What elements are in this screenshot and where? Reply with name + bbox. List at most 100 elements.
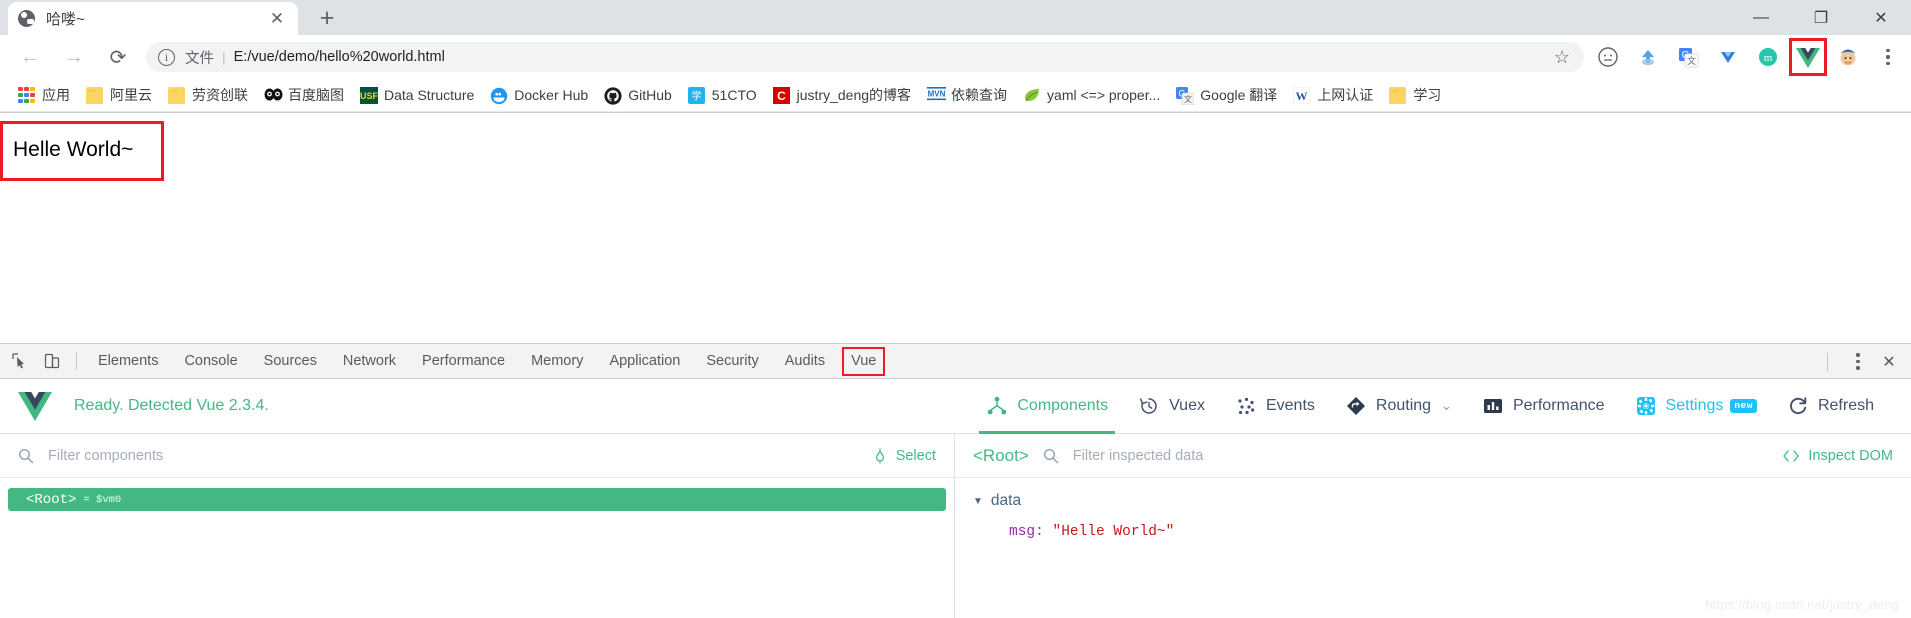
inspected-component-name: <Root> xyxy=(973,445,1029,465)
bookmark-github[interactable]: GitHub xyxy=(596,82,680,108)
vue-nav-events[interactable]: Events xyxy=(1220,379,1330,434)
bookmark-docker-hub[interactable]: Docker Hub xyxy=(482,82,596,108)
vue-components-pane: Filter components Select <Root> = $vm0 xyxy=(0,434,955,618)
folder-icon xyxy=(86,86,103,104)
tab-application[interactable]: Application xyxy=(596,344,693,378)
emoji-extension-icon[interactable] xyxy=(1591,40,1625,74)
data-row[interactable]: msg: "Helle World~" xyxy=(1009,524,1911,540)
component-tree: <Root> = $vm0 xyxy=(0,478,954,511)
baidu-naotu-icon xyxy=(264,87,283,104)
bookmark-xuexi[interactable]: 学习 xyxy=(1381,82,1449,108)
data-group-name: data xyxy=(990,492,1022,509)
vue-nav-vuex[interactable]: Vuex xyxy=(1123,379,1220,434)
vue-logo-icon xyxy=(18,391,52,421)
bookmark-label: GitHub xyxy=(628,87,672,103)
select-component-button[interactable]: Select xyxy=(872,448,936,464)
momentum-extension-icon[interactable]: m xyxy=(1751,40,1785,74)
browser-menu-icon[interactable] xyxy=(1873,40,1903,74)
tab-memory[interactable]: Memory xyxy=(518,344,596,378)
vue-devtools-extension-icon[interactable] xyxy=(1789,38,1827,76)
vue-nav-refresh[interactable]: Refresh xyxy=(1772,379,1889,434)
data-key: msg xyxy=(1009,524,1036,540)
maven-icon: MVN xyxy=(927,86,947,104)
bookmark-star-icon[interactable]: ☆ xyxy=(1548,43,1576,71)
devtools-menu-icon[interactable] xyxy=(1843,345,1873,379)
code-brackets-icon xyxy=(1782,449,1800,463)
diamond-extension-icon[interactable] xyxy=(1711,40,1745,74)
bookmark-wangluo-renzheng[interactable]: W 上网认证 xyxy=(1285,82,1381,108)
vue-nav-components[interactable]: Components xyxy=(971,379,1123,434)
svg-text:USF: USF xyxy=(360,91,378,101)
tab-elements[interactable]: Elements xyxy=(85,344,171,378)
vue-inspector-pane: <Root> Filter inspected data Inspect DOM xyxy=(955,434,1911,618)
routing-diamond-icon xyxy=(1345,395,1367,417)
vue-nav-label: Refresh xyxy=(1817,397,1874,414)
filter-inspected-data-input[interactable]: Filter inspected data xyxy=(1073,448,1783,464)
device-toolbar-icon[interactable] xyxy=(38,347,66,375)
vue-nav-label: Components xyxy=(1017,397,1109,414)
components-icon xyxy=(986,395,1008,417)
extension-icons: G文 m xyxy=(1588,38,1868,76)
close-devtools-icon[interactable]: ✕ xyxy=(1875,348,1903,376)
devtools-panel: Elements Console Sources Network Perform… xyxy=(0,343,1911,618)
bookmark-label: 学习 xyxy=(1413,87,1442,103)
minimize-icon[interactable]: — xyxy=(1731,0,1791,35)
tab-security[interactable]: Security xyxy=(693,344,771,378)
browser-tab[interactable]: 哈喽~ ✕ xyxy=(8,2,298,35)
google-translate-extension-icon[interactable]: G文 xyxy=(1671,40,1705,74)
search-icon xyxy=(1043,448,1059,464)
select-label: Select xyxy=(895,447,936,464)
bookmark-51cto[interactable]: 学 51CTO xyxy=(680,82,765,108)
maximize-icon[interactable]: ❐ xyxy=(1791,0,1851,35)
tab-console[interactable]: Console xyxy=(171,344,250,378)
bookmark-google-translate[interactable]: G文 Google 翻译 xyxy=(1168,82,1285,108)
bookmark-maven-repo[interactable]: MVN 依赖查询 xyxy=(919,82,1015,108)
chevron-down-icon[interactable]: ⌄ xyxy=(1441,398,1452,414)
vue-nav-performance[interactable]: Performance xyxy=(1467,379,1620,434)
filter-components-input[interactable]: Filter components xyxy=(48,448,872,464)
vue-nav-settings[interactable]: Settings new xyxy=(1620,379,1772,434)
caret-down-icon[interactable]: ▼ xyxy=(973,496,983,507)
address-bar[interactable]: i 文件 | E:/vue/demo/hello%20world.html ☆ xyxy=(146,42,1584,72)
devtools-right-controls: ✕ xyxy=(1817,344,1905,379)
tab-network[interactable]: Network xyxy=(330,344,409,378)
cloud-upload-extension-icon[interactable] xyxy=(1631,40,1665,74)
apps-grid-icon xyxy=(18,86,35,104)
hello-world-highlight-box: Helle World~ xyxy=(0,121,165,181)
reload-icon[interactable]: ⟳ xyxy=(101,40,135,74)
vue-nav-routing[interactable]: Routing ⌄ xyxy=(1330,379,1467,434)
avatar-profile-icon[interactable] xyxy=(1831,40,1865,74)
devtools-tabbar: Elements Console Sources Network Perform… xyxy=(0,344,1911,379)
bookmark-apps[interactable]: 应用 xyxy=(10,82,78,108)
bookmark-baidu-naotu[interactable]: 百度脑图 xyxy=(256,82,352,108)
bookmark-aliyun[interactable]: 阿里云 xyxy=(78,82,160,108)
window-controls: — ❐ ✕ xyxy=(1731,0,1911,35)
tab-sources[interactable]: Sources xyxy=(251,344,330,378)
inspect-dom-button[interactable]: Inspect DOM xyxy=(1782,448,1893,464)
page-title: Helle World~ xyxy=(13,138,134,161)
forward-icon[interactable]: → xyxy=(57,40,91,74)
info-icon[interactable]: i xyxy=(158,48,175,66)
vue-nav-label: Vuex xyxy=(1169,397,1205,414)
vue-nav-label: Routing xyxy=(1375,397,1432,414)
toolbar-divider xyxy=(1827,352,1828,371)
back-icon[interactable]: ← xyxy=(13,40,47,74)
inspect-element-icon[interactable] xyxy=(6,347,34,375)
data-group-header[interactable]: ▼ data xyxy=(973,492,1911,510)
svg-text:W: W xyxy=(1296,89,1308,103)
docker-icon xyxy=(490,87,508,104)
tab-performance[interactable]: Performance xyxy=(409,344,518,378)
close-window-icon[interactable]: ✕ xyxy=(1851,0,1911,35)
bookmark-justry-deng-blog[interactable]: C justry_deng的博客 xyxy=(765,82,919,108)
bookmark-data-structure[interactable]: USF Data Structure xyxy=(352,82,482,108)
tree-item-root[interactable]: <Root> = $vm0 xyxy=(8,488,946,511)
bookmark-yaml-properties[interactable]: yaml <=> proper... xyxy=(1015,82,1168,108)
tab-audits[interactable]: Audits xyxy=(772,344,838,378)
vue-nav-bar: Components Vuex Events Routing ⌄ Perform… xyxy=(971,379,1911,434)
close-icon[interactable]: ✕ xyxy=(266,8,288,30)
bookmark-laozi-chuanglian[interactable]: 劳资创联 xyxy=(160,82,256,108)
globe-icon xyxy=(18,10,35,27)
new-tab-button[interactable]: + xyxy=(310,3,344,33)
tab-vue[interactable]: Vue xyxy=(842,346,886,376)
bookmark-label: 百度脑图 xyxy=(288,87,344,103)
